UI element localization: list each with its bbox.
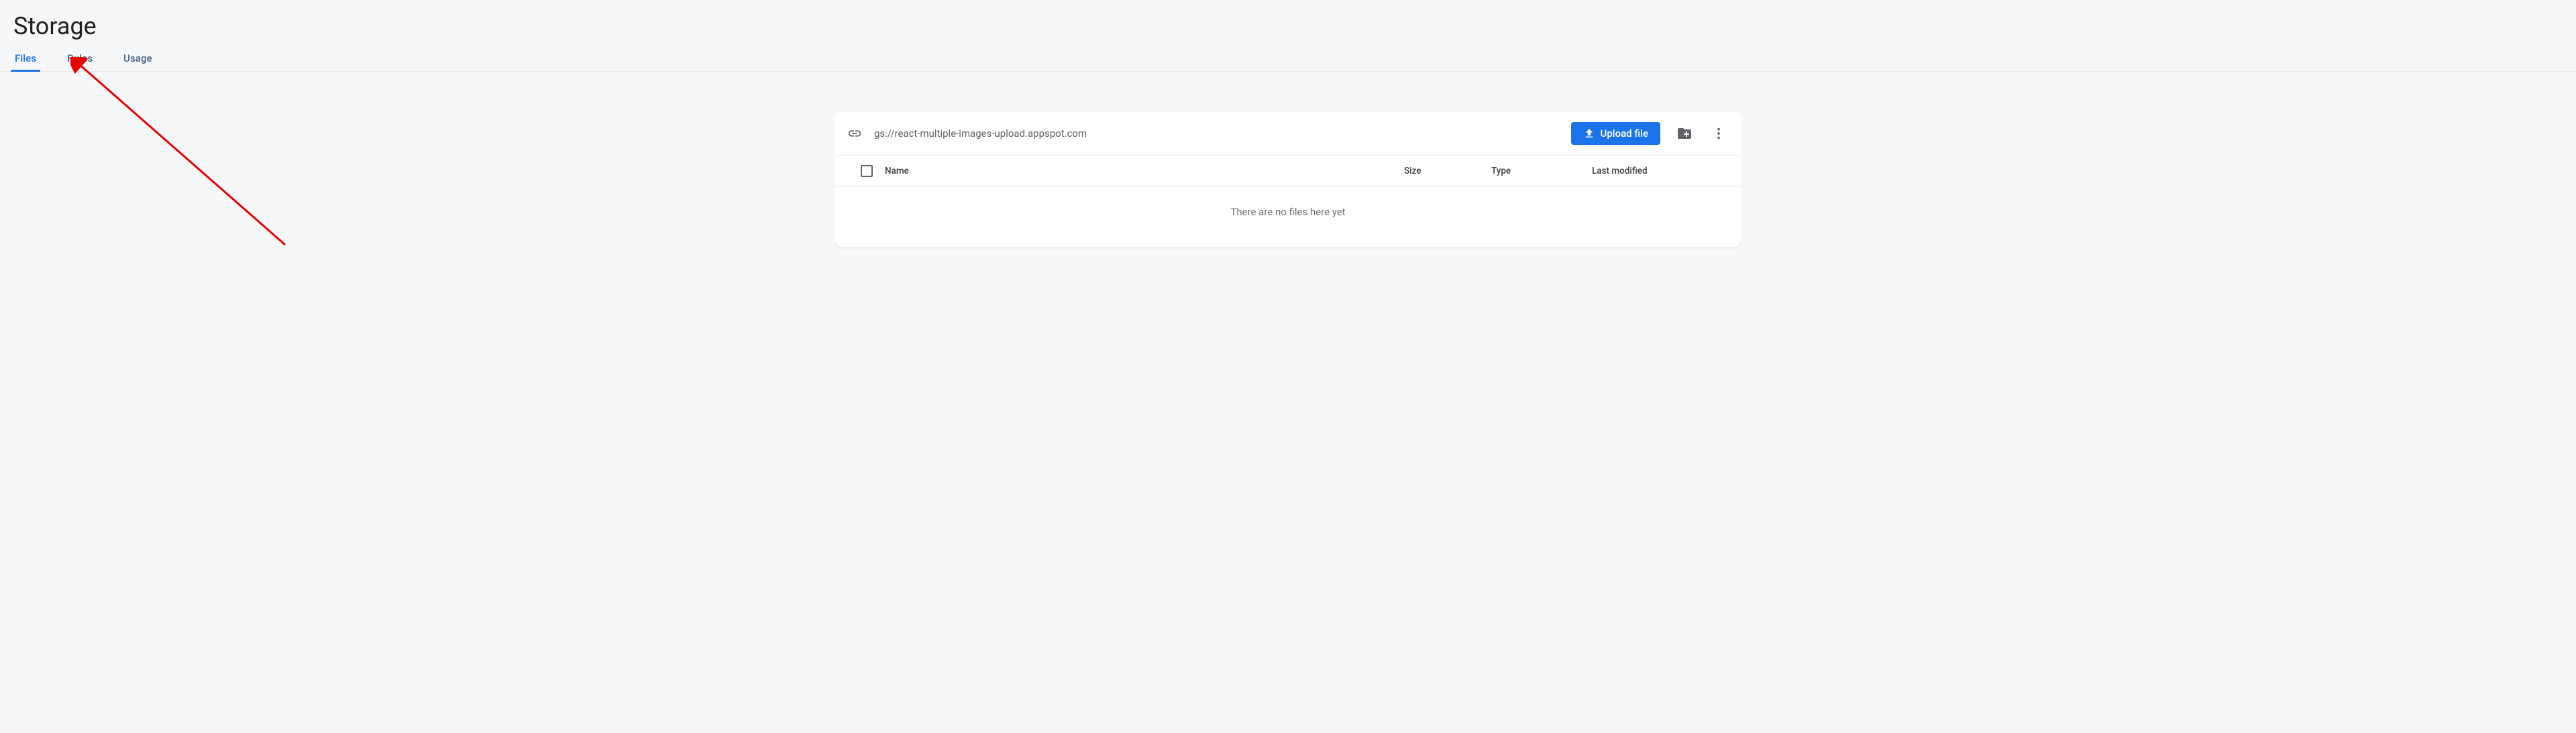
- column-header-type[interactable]: Type: [1491, 166, 1592, 176]
- new-folder-icon[interactable]: [1672, 121, 1697, 146]
- column-header-name[interactable]: Name: [883, 166, 1404, 176]
- tab-usage[interactable]: Usage: [121, 47, 155, 71]
- upload-icon: [1583, 127, 1595, 139]
- empty-state-message: There are no files here yet: [835, 187, 1741, 247]
- upload-file-button[interactable]: Upload file: [1571, 122, 1660, 145]
- bucket-path: gs://react-multiple-images-upload.appspo…: [874, 127, 1559, 139]
- upload-button-label: Upload file: [1601, 127, 1648, 139]
- tab-files[interactable]: Files: [12, 47, 39, 71]
- tab-rules[interactable]: Rules: [64, 47, 95, 71]
- page-title: Storage: [0, 12, 2576, 47]
- tabs: Files Rules Usage: [0, 47, 2576, 72]
- link-icon: [847, 126, 862, 141]
- storage-card: gs://react-multiple-images-upload.appspo…: [835, 112, 1741, 247]
- column-header-size[interactable]: Size: [1404, 166, 1491, 176]
- card-toolbar: gs://react-multiple-images-upload.appspo…: [835, 112, 1741, 155]
- column-header-modified[interactable]: Last modified: [1592, 166, 1726, 176]
- select-all-checkbox[interactable]: [861, 165, 873, 177]
- more-menu-icon[interactable]: [1709, 122, 1729, 145]
- table-header: Name Size Type Last modified: [835, 155, 1741, 187]
